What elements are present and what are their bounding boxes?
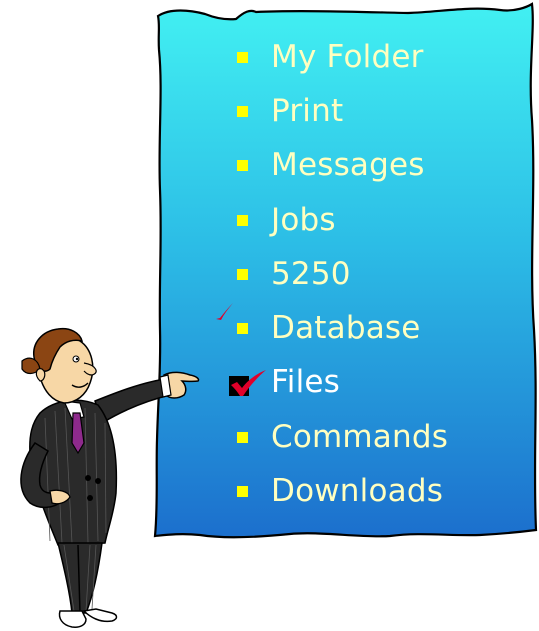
menu-item-database[interactable]: Database: [237, 301, 527, 355]
square-bullet-icon: [237, 431, 248, 443]
menu-item-label: Jobs: [271, 201, 336, 238]
square-bullet-icon: [237, 486, 248, 498]
menu-list: My Folder Print Messages Jobs 5250 Datab…: [229, 30, 527, 519]
square-bullet-icon: [237, 105, 248, 117]
square-bullet-icon: [237, 51, 248, 63]
menu-item-my-folder[interactable]: My Folder: [237, 30, 527, 84]
menu-item-label: Files: [271, 364, 341, 401]
stray-checkmark-icon: [216, 303, 233, 320]
menu-item-label: Downloads: [271, 473, 444, 510]
menu-item-label: My Folder: [271, 38, 424, 75]
square-bullet-icon: [237, 214, 248, 226]
presentation-slide: My Folder Print Messages Jobs 5250 Datab…: [0, 0, 539, 631]
menu-item-commands[interactable]: Commands: [237, 410, 527, 464]
square-bullet-icon: [237, 323, 248, 335]
menu-item-label: Print: [271, 92, 344, 129]
square-bullet-icon: [237, 160, 248, 172]
square-bullet-icon: [237, 268, 248, 280]
businessman-pointing-illustration: [20, 327, 200, 628]
menu-item-label: Database: [271, 310, 421, 347]
menu-item-files[interactable]: Files: [229, 356, 527, 410]
menu-item-label: 5250: [271, 255, 351, 292]
red-checkmark-icon: [229, 369, 266, 396]
menu-item-jobs[interactable]: Jobs: [237, 193, 527, 247]
menu-item-messages[interactable]: Messages: [237, 139, 527, 193]
menu-item-downloads[interactable]: Downloads: [237, 464, 527, 518]
menu-item-5250[interactable]: 5250: [237, 247, 527, 301]
menu-item-print[interactable]: Print: [237, 84, 527, 138]
menu-item-label: Commands: [271, 418, 449, 455]
menu-item-label: Messages: [271, 147, 425, 184]
